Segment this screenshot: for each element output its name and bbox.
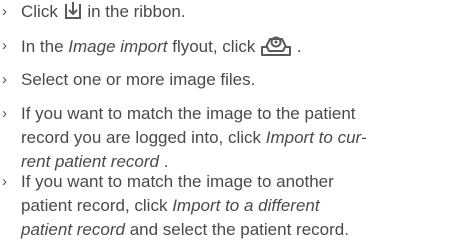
- step-line-1: If you want to match the image to anothe…: [21, 172, 334, 191]
- step-text-after: .: [296, 37, 302, 56]
- step-select-files: › Select one or more image files.: [0, 68, 463, 92]
- step-import-current-record: › If you want to match the image to the …: [0, 102, 463, 174]
- step-text-after: .: [163, 152, 169, 171]
- step-image-import-flyout: › In the Image import flyout, click .: [0, 34, 463, 59]
- step-emphasis: Import to a different: [172, 196, 320, 215]
- step-text-after: in the ribbon.: [87, 2, 186, 21]
- step-text-before: patient record, click: [21, 196, 168, 215]
- step-bullet: ›: [2, 173, 7, 190]
- import-arrow-icon: [63, 1, 83, 21]
- step-text-after: and select the patient record.: [129, 220, 349, 239]
- step-emphasis: patient record: [21, 220, 125, 239]
- step-text-before: In the: [21, 37, 64, 56]
- step-click-import: › Click in the ribbon.: [0, 0, 463, 24]
- step-text-middle: flyout, click: [172, 37, 256, 56]
- step-line-2: record you are logged into, click Import…: [21, 126, 463, 150]
- step-text: Select one or more image files.: [21, 70, 256, 89]
- step-bullet: ›: [2, 71, 7, 88]
- step-emphasis: Import to cur-: [265, 128, 367, 147]
- step-line-3: patient record and select the patient re…: [21, 218, 463, 242]
- step-import-different-record: › If you want to match the image to anot…: [0, 170, 463, 242]
- image-tray-icon: [260, 34, 292, 56]
- step-line-2: patient record, click Import to a differ…: [21, 194, 463, 218]
- step-emphasis: rent patient record: [21, 152, 159, 171]
- step-bullet: ›: [2, 105, 7, 122]
- step-line-1: If you want to match the image to the pa…: [21, 104, 356, 123]
- step-emphasis: Image import: [68, 37, 168, 56]
- step-bullet: ›: [2, 3, 7, 20]
- step-bullet: ›: [2, 37, 7, 54]
- step-text-before: Click: [21, 2, 58, 21]
- step-text-before: record you are logged into, click: [21, 128, 262, 147]
